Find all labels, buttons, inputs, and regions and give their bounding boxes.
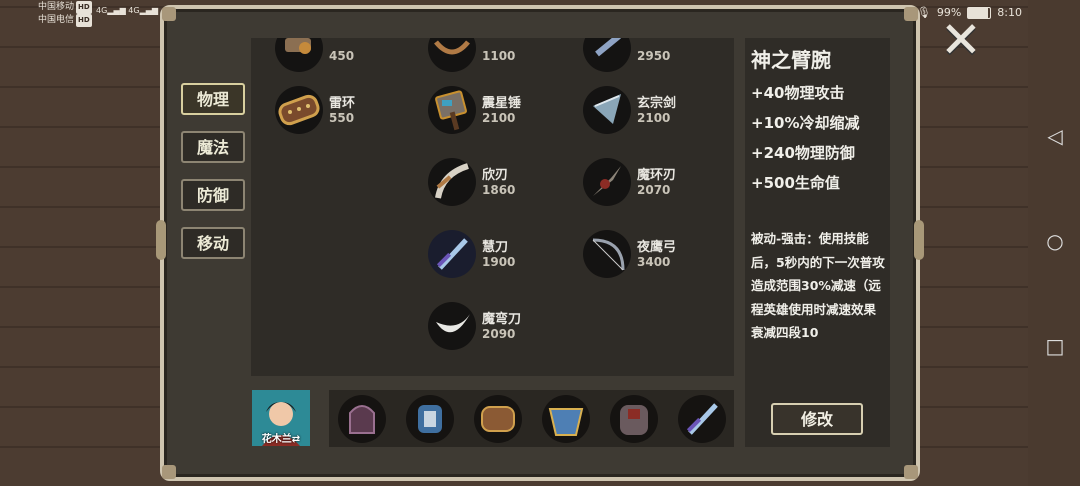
- hd-badge: HD: [76, 1, 92, 14]
- item-icon: [583, 38, 631, 72]
- item-name: 夜鹰弓: [637, 240, 677, 255]
- item-detail-title: 神之臂腕: [751, 48, 831, 72]
- demon-ring-blade-icon: [583, 158, 631, 206]
- item-name: 慧刀: [482, 240, 509, 255]
- item-name: 欣刃: [482, 168, 509, 183]
- tab-defense[interactable]: 防御: [181, 179, 245, 211]
- xuanzong-sword-icon: [583, 86, 631, 134]
- clock: 8:10: [997, 6, 1022, 19]
- item-slot[interactable]: 欣刃 1860: [428, 158, 578, 208]
- item-slot[interactable]: 慧刀 1900: [428, 230, 578, 280]
- carrier-2: 中国电信: [38, 15, 75, 25]
- close-button[interactable]: ✕: [938, 15, 984, 65]
- hero-name: 花木兰⇄: [261, 434, 301, 445]
- item-price: 1900: [482, 255, 516, 269]
- item-name: 雷环: [329, 96, 356, 111]
- frame-knob: [156, 220, 166, 260]
- night-hawk-bow-icon: [583, 230, 631, 278]
- item-slot[interactable]: 魔弯刀 2090: [428, 302, 578, 352]
- stat-line: +40物理攻击: [751, 84, 845, 102]
- frame-corner: [162, 465, 176, 479]
- modify-button[interactable]: 修改: [771, 403, 863, 435]
- frame-corner: [162, 7, 176, 21]
- item-price: 1100: [482, 49, 516, 63]
- item-passive-description: 被动-强击：使用技能后，5秒内的下一次普攻造成范围30%减速（远程英雄使用时减速…: [751, 231, 885, 340]
- signal-label: 4G: [96, 6, 108, 15]
- item-icon: [275, 38, 323, 72]
- back-icon[interactable]: ◁: [1044, 124, 1066, 148]
- carrier-1: 中国移动: [38, 2, 75, 12]
- system-nav-bar: ◁ ○ □: [1028, 0, 1080, 486]
- signal-label: 4G: [128, 6, 140, 15]
- equipment-bar: [329, 390, 734, 447]
- frame-corner: [904, 465, 918, 479]
- item-name: 魔弯刀: [482, 312, 522, 327]
- item-detail-panel: 神之臂腕 +40物理攻击 +10%冷却缩减 +240物理防御 +500生命值 被…: [745, 38, 890, 447]
- item-price: 1860: [482, 183, 516, 197]
- demon-scimitar-icon: [428, 302, 476, 350]
- tab-magic[interactable]: 魔法: [181, 131, 245, 163]
- tab-physical[interactable]: 物理: [181, 83, 245, 115]
- item-list[interactable]: 450 1100 2950 雷环 550 震星锤 2100 玄宗剑 2100 欣…: [251, 38, 734, 376]
- stat-line: +240物理防御: [751, 144, 855, 162]
- item-slot[interactable]: 夜鹰弓 3400: [583, 230, 733, 280]
- item-name: 魔环刃: [637, 168, 677, 183]
- home-icon[interactable]: ○: [1044, 229, 1066, 253]
- equip-slot-chest-icon[interactable]: [610, 395, 658, 443]
- item-slot[interactable]: 雷环 550: [275, 86, 425, 136]
- item-name: 玄宗剑: [637, 96, 677, 111]
- xin-blade-icon: [428, 158, 476, 206]
- item-price: 2090: [482, 327, 516, 341]
- equip-slot-sword-icon[interactable]: [678, 395, 726, 443]
- frame-corner: [904, 7, 918, 21]
- stat-line: +500生命值: [751, 174, 840, 192]
- hero-portrait[interactable]: 花木兰⇄: [252, 390, 310, 446]
- star-hammer-icon: [428, 86, 476, 134]
- tab-movement[interactable]: 移动: [181, 227, 245, 259]
- item-slot[interactable]: 1100: [428, 38, 578, 74]
- item-price: 450: [329, 49, 355, 63]
- item-icon: [428, 38, 476, 72]
- equip-slot-armor-blue-icon[interactable]: [406, 395, 454, 443]
- recents-icon[interactable]: □: [1044, 334, 1066, 358]
- item-slot[interactable]: 玄宗剑 2100: [583, 86, 733, 136]
- item-price: 2100: [482, 111, 516, 125]
- item-slot[interactable]: 震星锤 2100: [428, 86, 578, 136]
- equip-slot-bracer-icon[interactable]: [474, 395, 522, 443]
- item-price: 550: [329, 111, 355, 125]
- item-price: 2950: [637, 49, 671, 63]
- wisdom-blade-icon: [428, 230, 476, 278]
- item-name: 震星锤: [482, 96, 522, 111]
- equip-slot-cape-icon[interactable]: [542, 395, 590, 443]
- equip-slot-helmet-icon[interactable]: [338, 395, 386, 443]
- signal-icon: 4G▂▄▆ 4G▂▄▆: [96, 6, 159, 15]
- item-price: 2100: [637, 111, 671, 125]
- item-slot[interactable]: 450: [275, 38, 425, 74]
- stat-line: +10%冷却缩减: [751, 114, 860, 132]
- item-slot[interactable]: 魔环刃 2070: [583, 158, 733, 208]
- thunder-ring-icon: [275, 86, 323, 134]
- item-price: 2070: [637, 183, 671, 197]
- item-price: 3400: [637, 255, 671, 269]
- item-slot[interactable]: 2950: [583, 38, 733, 74]
- hd-badge: HD: [76, 14, 92, 27]
- frame-knob: [914, 220, 924, 260]
- carrier-info: 中国移动 HD 中国电信 HD: [38, 1, 92, 27]
